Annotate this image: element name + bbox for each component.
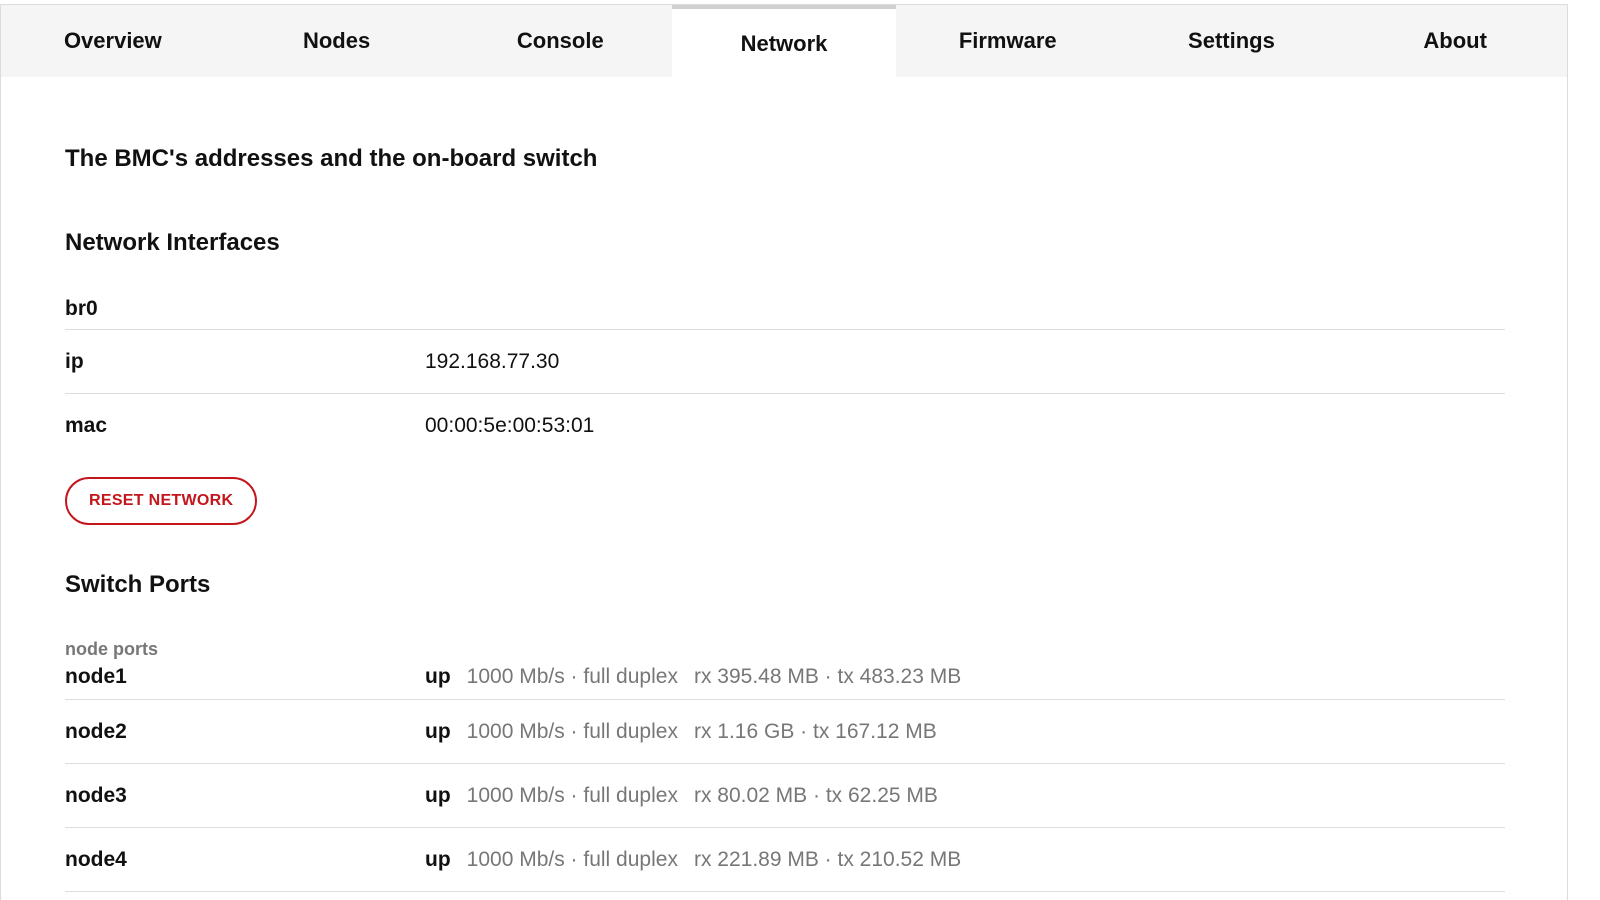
interface-row-mac: mac 00:00:5e:00:53:01 [65,393,1505,457]
port-name: node2 [65,719,127,743]
port-name: node4 [65,847,127,871]
tab-network[interactable]: Network [672,5,896,77]
interface-row-value: 00:00:5e:00:53:01 [425,413,595,437]
port-status: up [425,783,451,807]
port-row-node4: node4 up 1000 Mb/s · full duplex rx 221.… [65,828,1505,892]
network-panel: The BMC's addresses and the on-board swi… [1,145,1567,892]
tab-about[interactable]: About [1343,5,1567,77]
interfaces-section-title: Network Interfaces [65,229,280,256]
port-status: up [425,664,451,688]
port-speed: 1000 Mb/s · full duplex [466,783,678,807]
port-status: up [425,847,451,871]
tab-bar: Overview Nodes Console Network Firmware … [1,5,1567,77]
port-row-node1: node1 up 1000 Mb/s · full duplex rx 395.… [65,660,1505,700]
tab-firmware[interactable]: Firmware [896,5,1120,77]
tab-nodes[interactable]: Nodes [225,5,449,77]
port-speed: 1000 Mb/s · full duplex [466,847,678,871]
port-row-node3: node3 up 1000 Mb/s · full duplex rx 80.0… [65,764,1505,828]
interface-name: br0 [65,297,98,320]
port-row-node2: node2 up 1000 Mb/s · full duplex rx 1.16… [65,700,1505,764]
port-traffic: rx 80.02 MB · tx 62.25 MB [693,783,938,807]
interface-row-key: mac [65,413,108,437]
port-traffic: rx 1.16 GB · tx 167.12 MB [693,719,937,743]
switch-section-title: Switch Ports [65,571,211,598]
tab-console[interactable]: Console [448,5,672,77]
port-name: node1 [65,664,127,688]
interface-row-key: ip [65,349,84,373]
port-name: node3 [65,783,127,807]
port-status: up [425,719,451,743]
port-traffic: rx 395.48 MB · tx 483.23 MB [693,664,962,688]
port-speed: 1000 Mb/s · full duplex [466,719,678,743]
interface-row-ip: ip 192.168.77.30 [65,329,1505,393]
port-group-label: node ports [65,639,158,659]
reset-network-button[interactable]: RESET NETWORK [65,477,258,525]
page-subtitle: The BMC's addresses and the on-board swi… [65,145,598,172]
interface-row-value: 192.168.77.30 [425,349,560,373]
port-traffic: rx 221.89 MB · tx 210.52 MB [693,847,962,871]
app-frame: Overview Nodes Console Network Firmware … [0,4,1568,900]
port-speed: 1000 Mb/s · full duplex [466,664,678,688]
tab-settings[interactable]: Settings [1120,5,1344,77]
tab-overview[interactable]: Overview [1,5,225,77]
